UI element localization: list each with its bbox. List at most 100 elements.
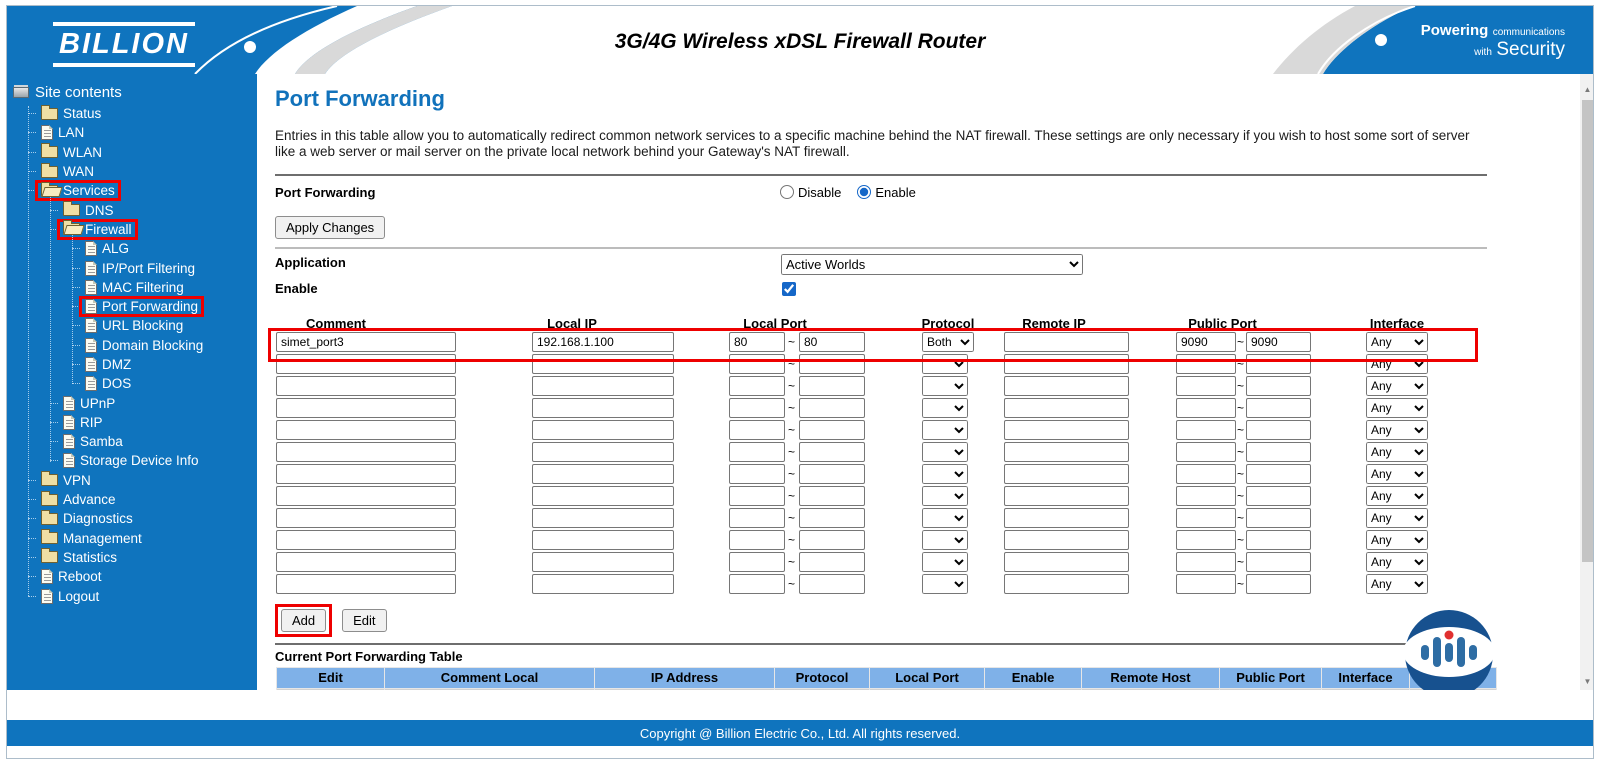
- sidebar-item-advance[interactable]: Advance: [7, 490, 257, 509]
- sidebar-item-storage-device-info[interactable]: Storage Device Info: [7, 451, 257, 470]
- public-port-to-input[interactable]: [1246, 398, 1311, 418]
- public-port-from-input[interactable]: [1176, 332, 1236, 352]
- local-port-to-input[interactable]: [799, 332, 865, 352]
- local-ip-input[interactable]: [532, 354, 674, 374]
- enable-radio-option[interactable]: Enable: [857, 185, 915, 200]
- protocol-select[interactable]: [922, 398, 968, 418]
- local-port-to-input[interactable]: [799, 376, 865, 396]
- local-ip-input[interactable]: [532, 442, 674, 462]
- enable-checkbox[interactable]: [782, 282, 796, 296]
- protocol-select[interactable]: [922, 508, 968, 528]
- local-port-from-input[interactable]: [729, 574, 785, 594]
- comment-input[interactable]: [276, 332, 456, 352]
- sidebar-item-firewall[interactable]: Firewall: [7, 220, 257, 239]
- comment-input[interactable]: [276, 552, 456, 572]
- sidebar-item-lan[interactable]: LAN: [7, 123, 257, 142]
- comment-input[interactable]: [276, 398, 456, 418]
- sidebar-item-vpn[interactable]: VPN: [7, 471, 257, 490]
- sidebar-item-ip-port-filtering[interactable]: IP/Port Filtering: [7, 258, 257, 277]
- public-port-from-input[interactable]: [1176, 508, 1236, 528]
- sidebar-item-url-blocking[interactable]: URL Blocking: [7, 316, 257, 335]
- comment-input[interactable]: [276, 530, 456, 550]
- local-ip-input[interactable]: [532, 464, 674, 484]
- sidebar-item-samba[interactable]: Samba: [7, 432, 257, 451]
- remote-ip-input[interactable]: [1004, 464, 1129, 484]
- local-port-to-input[interactable]: [799, 464, 865, 484]
- public-port-to-input[interactable]: [1246, 332, 1311, 352]
- interface-select[interactable]: Any: [1366, 552, 1428, 572]
- local-ip-input[interactable]: [532, 530, 674, 550]
- sidebar-item-dos[interactable]: DOS: [7, 374, 257, 393]
- sidebar-item-services[interactable]: Services: [7, 181, 257, 200]
- protocol-select[interactable]: [922, 574, 968, 594]
- sidebar-item-reboot[interactable]: Reboot: [7, 567, 257, 586]
- interface-select[interactable]: Any: [1366, 398, 1428, 418]
- comment-input[interactable]: [276, 420, 456, 440]
- interface-select[interactable]: Any: [1366, 354, 1428, 374]
- comment-input[interactable]: [276, 354, 456, 374]
- local-ip-input[interactable]: [532, 398, 674, 418]
- remote-ip-input[interactable]: [1004, 574, 1129, 594]
- disable-radio-option[interactable]: Disable: [780, 185, 841, 200]
- public-port-from-input[interactable]: [1176, 574, 1236, 594]
- local-ip-input[interactable]: [532, 574, 674, 594]
- local-port-to-input[interactable]: [799, 398, 865, 418]
- enable-radio[interactable]: [857, 185, 871, 199]
- comment-input[interactable]: [276, 574, 456, 594]
- interface-select[interactable]: Any: [1366, 530, 1428, 550]
- interface-select[interactable]: Any: [1366, 442, 1428, 462]
- protocol-select[interactable]: [922, 376, 968, 396]
- remote-ip-input[interactable]: [1004, 552, 1129, 572]
- local-port-to-input[interactable]: [799, 486, 865, 506]
- disable-radio[interactable]: [780, 185, 794, 199]
- remote-ip-input[interactable]: [1004, 420, 1129, 440]
- interface-select[interactable]: Any: [1366, 486, 1428, 506]
- protocol-select[interactable]: [922, 464, 968, 484]
- local-port-from-input[interactable]: [729, 486, 785, 506]
- local-port-to-input[interactable]: [799, 552, 865, 572]
- sidebar-item-port-forwarding[interactable]: Port Forwarding: [7, 297, 257, 316]
- interface-select[interactable]: Any: [1366, 420, 1428, 440]
- comment-input[interactable]: [276, 442, 456, 462]
- scrollbar-up-arrow[interactable]: ▲: [1580, 82, 1594, 98]
- local-port-from-input[interactable]: [729, 508, 785, 528]
- public-port-from-input[interactable]: [1176, 552, 1236, 572]
- sidebar-item-wan[interactable]: WAN: [7, 162, 257, 181]
- sidebar-item-diagnostics[interactable]: Diagnostics: [7, 509, 257, 528]
- local-port-from-input[interactable]: [729, 464, 785, 484]
- sidebar-item-dns[interactable]: DNS: [7, 200, 257, 219]
- local-port-from-input[interactable]: [729, 332, 785, 352]
- local-ip-input[interactable]: [532, 508, 674, 528]
- protocol-select[interactable]: [922, 530, 968, 550]
- local-port-from-input[interactable]: [729, 442, 785, 462]
- sidebar-item-rip[interactable]: RIP: [7, 413, 257, 432]
- sidebar-item-wlan[interactable]: WLAN: [7, 143, 257, 162]
- protocol-select[interactable]: [922, 486, 968, 506]
- sidebar-item-dmz[interactable]: DMZ: [7, 355, 257, 374]
- protocol-select[interactable]: [922, 442, 968, 462]
- public-port-to-input[interactable]: [1246, 552, 1311, 572]
- sidebar-item-logout[interactable]: Logout: [7, 586, 257, 605]
- edit-button[interactable]: Edit: [342, 609, 386, 632]
- remote-ip-input[interactable]: [1004, 442, 1129, 462]
- public-port-from-input[interactable]: [1176, 530, 1236, 550]
- local-port-from-input[interactable]: [729, 376, 785, 396]
- sidebar-item-mac-filtering[interactable]: MAC Filtering: [7, 278, 257, 297]
- interface-select[interactable]: Any: [1366, 508, 1428, 528]
- scrollbar-down-arrow[interactable]: ▼: [1580, 674, 1594, 690]
- public-port-from-input[interactable]: [1176, 376, 1236, 396]
- add-button[interactable]: Add: [281, 609, 326, 632]
- public-port-from-input[interactable]: [1176, 354, 1236, 374]
- local-port-to-input[interactable]: [799, 530, 865, 550]
- public-port-from-input[interactable]: [1176, 486, 1236, 506]
- protocol-select[interactable]: [922, 354, 968, 374]
- comment-input[interactable]: [276, 486, 456, 506]
- remote-ip-input[interactable]: [1004, 398, 1129, 418]
- remote-ip-input[interactable]: [1004, 530, 1129, 550]
- local-ip-input[interactable]: [532, 376, 674, 396]
- protocol-select[interactable]: [922, 420, 968, 440]
- public-port-from-input[interactable]: [1176, 442, 1236, 462]
- local-port-to-input[interactable]: [799, 574, 865, 594]
- public-port-to-input[interactable]: [1246, 574, 1311, 594]
- sidebar-item-status[interactable]: Status: [7, 104, 257, 123]
